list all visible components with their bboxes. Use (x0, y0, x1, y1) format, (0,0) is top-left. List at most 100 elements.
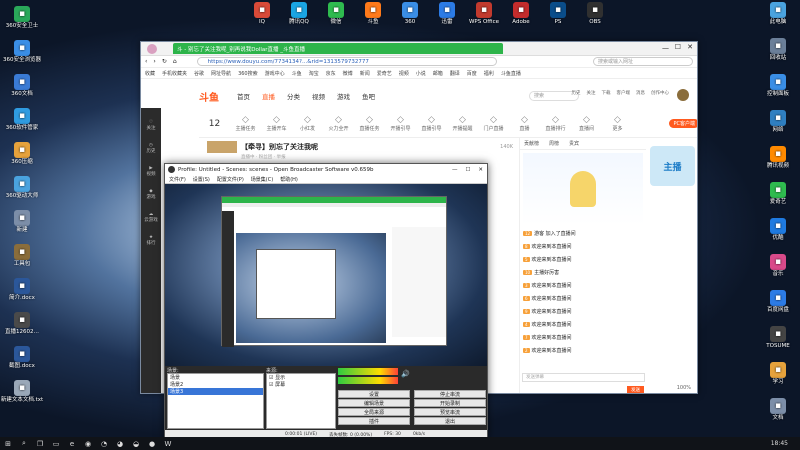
site-logo[interactable]: 斗鱼 (199, 89, 219, 104)
desktop-icon[interactable]: ▪ 工具包 (0, 244, 44, 267)
promo-badge[interactable]: 主播 (650, 146, 695, 186)
taskbar-clock[interactable]: 18:45 (771, 440, 788, 447)
left-nav-cloud[interactable]: ☁ 云游戏 (141, 212, 161, 223)
obs-minimize-icon[interactable]: — (452, 167, 458, 173)
site-nav-item[interactable]: 直播 (262, 91, 275, 101)
obs-menu-item[interactable]: 帮助(H) (280, 176, 298, 183)
obs-button[interactable]: 开始录制 (414, 399, 486, 407)
chat-input[interactable]: 发送弹幕 (522, 373, 645, 382)
category-item[interactable]: ◇ 直播 (509, 115, 540, 132)
chat-tab[interactable]: 贵宾 (569, 140, 579, 147)
close-icon[interactable]: ✕ (687, 43, 693, 51)
browser-search-input[interactable]: 搜索或输入网址 (593, 57, 693, 66)
volume-icon[interactable]: 🔊 (401, 370, 410, 378)
category-item[interactable]: ◇ 直播引导 (416, 115, 447, 132)
category-item[interactable]: ◇ 直播间 (571, 115, 602, 132)
desktop-icon[interactable]: ▪ 简介.docx (0, 278, 44, 301)
site-nav-item[interactable]: 游戏 (337, 91, 350, 101)
bookmark-item[interactable]: 谷歌 (194, 70, 204, 77)
desktop-icon[interactable]: ▪ 学习 (756, 362, 800, 385)
site-user-item[interactable]: 关注 (587, 90, 596, 96)
obs-button[interactable]: 停止串流 (414, 390, 486, 398)
explorer-icon[interactable]: ▭ (50, 439, 62, 449)
site-nav-item[interactable]: 视频 (312, 91, 325, 101)
obs-menu-item[interactable]: 场景集(C) (251, 176, 273, 183)
category-item[interactable]: ◇ 小红发 (292, 115, 323, 132)
desktop-icon[interactable]: ▪ 腾讯视频 (756, 146, 800, 169)
zoom-level[interactable]: 100% (677, 385, 691, 391)
desktop-icon[interactable]: ▪ 文档 (756, 398, 800, 421)
obs-menu-item[interactable]: 文件(F) (169, 176, 186, 183)
streamer-avatar[interactable] (207, 141, 237, 153)
site-user-item[interactable]: 消息 (636, 90, 645, 96)
bookmark-item[interactable]: 收藏 (145, 70, 155, 77)
desktop-icon[interactable]: ▪ 新建 (0, 210, 44, 233)
obs-maximize-icon[interactable]: ☐ (465, 167, 470, 173)
user-avatar[interactable] (677, 89, 689, 101)
site-user-item[interactable]: 创作中心 (651, 90, 669, 96)
taskview-icon[interactable]: ❐ (34, 439, 46, 449)
edge-icon[interactable]: e (66, 439, 78, 449)
obs-icon[interactable]: ● (146, 439, 158, 449)
desktop-icon[interactable]: ▪ 网络 (756, 110, 800, 133)
site-nav-item[interactable]: 首页 (237, 91, 250, 101)
category-item[interactable]: ◇ 开播提醒 (447, 115, 478, 132)
bookmark-item[interactable]: 游戏中心 (265, 70, 285, 77)
category-item[interactable]: ◇ 直播任务 (354, 115, 385, 132)
tab-active[interactable]: 斗 - 别忘了关注我呢_别再说我Dollar直播 _斗鱼直播 (173, 43, 503, 54)
desktop-icon[interactable]: ▪ 百度网盘 (756, 290, 800, 313)
sources-list[interactable]: ☑ 显示 ☑ 屏幕 (266, 373, 336, 429)
site-user-item[interactable]: 历史 (572, 90, 581, 96)
bookmark-item[interactable]: 爱奇艺 (377, 70, 392, 77)
desktop-icon[interactable]: ▪ 360文档 (0, 74, 44, 97)
refresh-icon[interactable]: ↻ (162, 58, 167, 65)
site-nav-item[interactable]: 鱼吧 (362, 91, 375, 101)
bookmark-item[interactable]: 斗鱼 (292, 70, 302, 77)
bookmark-item[interactable]: 福利 (484, 70, 494, 77)
category-item[interactable]: ◇ 火力全开 (323, 115, 354, 132)
pc-client-button[interactable]: PC客户端 (669, 119, 697, 128)
word-icon[interactable]: W (162, 439, 174, 449)
douyu-icon[interactable]: ◒ (130, 439, 142, 449)
obs-button[interactable]: 全局来源 (338, 408, 410, 416)
bookmark-item[interactable]: 斗鱼直播 (501, 70, 521, 77)
source-item[interactable]: ☑ 屏幕 (267, 381, 335, 388)
bookmark-item[interactable]: 微博 (343, 70, 353, 77)
site-user-item[interactable]: 下载 (602, 90, 611, 96)
desktop-icon[interactable]: ▪ 360安全浏览器 (0, 40, 44, 63)
home-icon[interactable]: ⌂ (173, 58, 177, 65)
desktop-icon[interactable]: ▪ 控制面板 (756, 74, 800, 97)
left-nav-rank[interactable]: ★ 排行 (141, 235, 161, 246)
desktop-icon[interactable]: ▪ 直播12602… (0, 312, 44, 335)
site-user-item[interactable]: 客户端 (617, 90, 631, 96)
scene-item[interactable]: 场景3 (168, 388, 263, 395)
desktop-icon[interactable]: ▪ TOSUME (756, 326, 800, 349)
category-item[interactable]: ◇ 主播开车 (261, 115, 292, 132)
category-item[interactable]: ◇ 门户直播 (478, 115, 509, 132)
left-nav-game[interactable]: ◆ 游戏 (141, 189, 161, 200)
bookmark-item[interactable]: 新闻 (360, 70, 370, 77)
scene-item[interactable]: 场景 (168, 374, 263, 381)
desktop-icon[interactable]: ▪ 360压缩 (0, 142, 44, 165)
category-item[interactable]: ◇ 开播引导 (385, 115, 416, 132)
bookmark-item[interactable]: 手机收藏夹 (162, 70, 187, 77)
left-nav-follow[interactable]: ♡ 关注 (141, 120, 161, 131)
minimize-icon[interactable]: — (662, 44, 669, 52)
obs-button[interactable]: 退出 (414, 417, 486, 425)
category-item[interactable]: ◇ 更多 (602, 115, 633, 132)
desktop-icon[interactable]: ▪ 此电脑 (756, 2, 800, 25)
bookmark-item[interactable]: 邮箱 (433, 70, 443, 77)
scene-item[interactable]: 场景2 (168, 381, 263, 388)
search-icon[interactable]: ⌕ (18, 439, 30, 449)
desktop-icon[interactable]: ▪ 优酷 (756, 218, 800, 241)
category-item[interactable]: ◇ 直播排行 (540, 115, 571, 132)
bookmark-item[interactable]: 百度 (467, 70, 477, 77)
desktop-icon[interactable]: ▪ 360安全卫士 (0, 6, 44, 29)
send-button[interactable]: 发送 (627, 386, 644, 393)
obs-button[interactable]: 编辑场景 (338, 399, 410, 407)
obs-button[interactable]: 设置 (338, 390, 410, 398)
scenes-list[interactable]: 场景 场景2 场景3 (167, 373, 264, 429)
desktop-icon[interactable]: ▪ 360驱动大师 (0, 176, 44, 199)
avatar[interactable] (147, 44, 157, 54)
chat-tab[interactable]: 周榜 (549, 140, 559, 147)
